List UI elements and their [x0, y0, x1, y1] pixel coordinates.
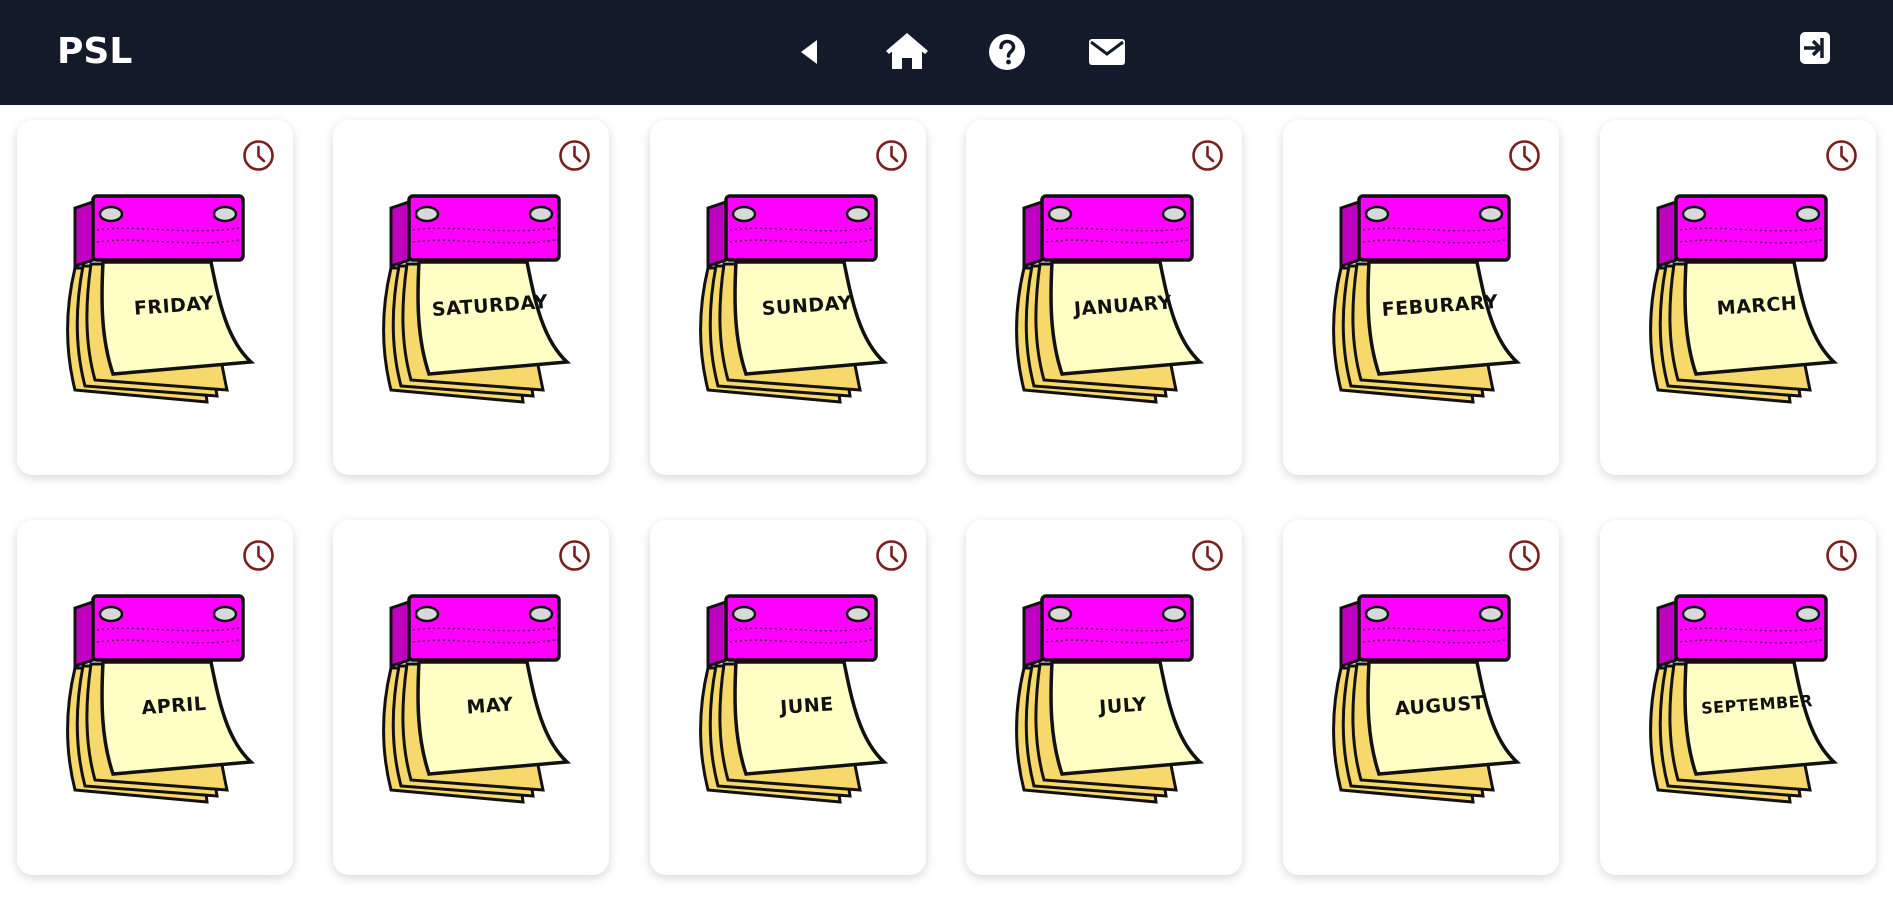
calendar-illustration: APRIL: [57, 590, 261, 812]
calendar-card-june[interactable]: JUNE: [650, 520, 926, 875]
calendar-card-september[interactable]: SEPTEMBER: [1600, 520, 1876, 875]
clock-icon[interactable]: [875, 539, 908, 572]
calendar-illustration: MARCH: [1640, 190, 1844, 412]
top-navbar: PSL: [0, 0, 1893, 105]
help-button[interactable]: [985, 30, 1029, 74]
home-icon: [886, 33, 928, 69]
calendar-illustration: AUGUST: [1323, 590, 1527, 812]
clock-icon[interactable]: [1508, 539, 1541, 572]
clock-icon[interactable]: [242, 139, 275, 172]
clock-icon[interactable]: [875, 139, 908, 172]
calendar-card-friday[interactable]: FRIDAY: [17, 120, 293, 475]
calendar-card-january[interactable]: JANUARY: [966, 120, 1242, 475]
calendar-illustration: MAY: [373, 590, 577, 812]
calendar-card-july[interactable]: JULY: [966, 520, 1242, 875]
calendar-card-august[interactable]: AUGUST: [1283, 520, 1559, 875]
back-button[interactable]: [786, 30, 830, 74]
calendar-illustration: JUNE: [690, 590, 894, 812]
clock-icon[interactable]: [1191, 139, 1224, 172]
calendar-illustration: FRIDAY: [57, 190, 261, 412]
calendar-illustration: JANUARY: [1006, 190, 1210, 412]
calendar-card-may[interactable]: MAY: [333, 520, 609, 875]
mail-button[interactable]: [1085, 30, 1129, 74]
calendar-illustration: JULY: [1006, 590, 1210, 812]
calendar-card-saturday[interactable]: SATURDAY: [333, 120, 609, 475]
mail-icon: [1089, 39, 1125, 65]
clock-icon[interactable]: [242, 539, 275, 572]
clock-icon[interactable]: [1508, 139, 1541, 172]
calendar-illustration: FEBURARY: [1323, 190, 1527, 412]
clock-icon[interactable]: [1191, 539, 1224, 572]
calendar-card-april[interactable]: APRIL: [17, 520, 293, 875]
calendar-card-march[interactable]: MARCH: [1600, 120, 1876, 475]
brand-logo[interactable]: PSL: [57, 28, 132, 76]
clock-icon[interactable]: [1825, 139, 1858, 172]
logout-icon: [1800, 32, 1830, 64]
logout-button[interactable]: [1793, 26, 1837, 70]
help-icon: [989, 34, 1025, 70]
home-button[interactable]: [885, 30, 929, 74]
calendar-illustration: SATURDAY: [373, 190, 577, 412]
clock-icon[interactable]: [558, 539, 591, 572]
calendar-card-feburary[interactable]: FEBURARY: [1283, 120, 1559, 475]
calendar-illustration: SUNDAY: [690, 190, 894, 412]
clock-icon[interactable]: [1825, 539, 1858, 572]
calendar-card-sunday[interactable]: SUNDAY: [650, 120, 926, 475]
back-icon: [801, 40, 817, 64]
clock-icon[interactable]: [558, 139, 591, 172]
calendar-illustration: SEPTEMBER: [1640, 590, 1844, 812]
